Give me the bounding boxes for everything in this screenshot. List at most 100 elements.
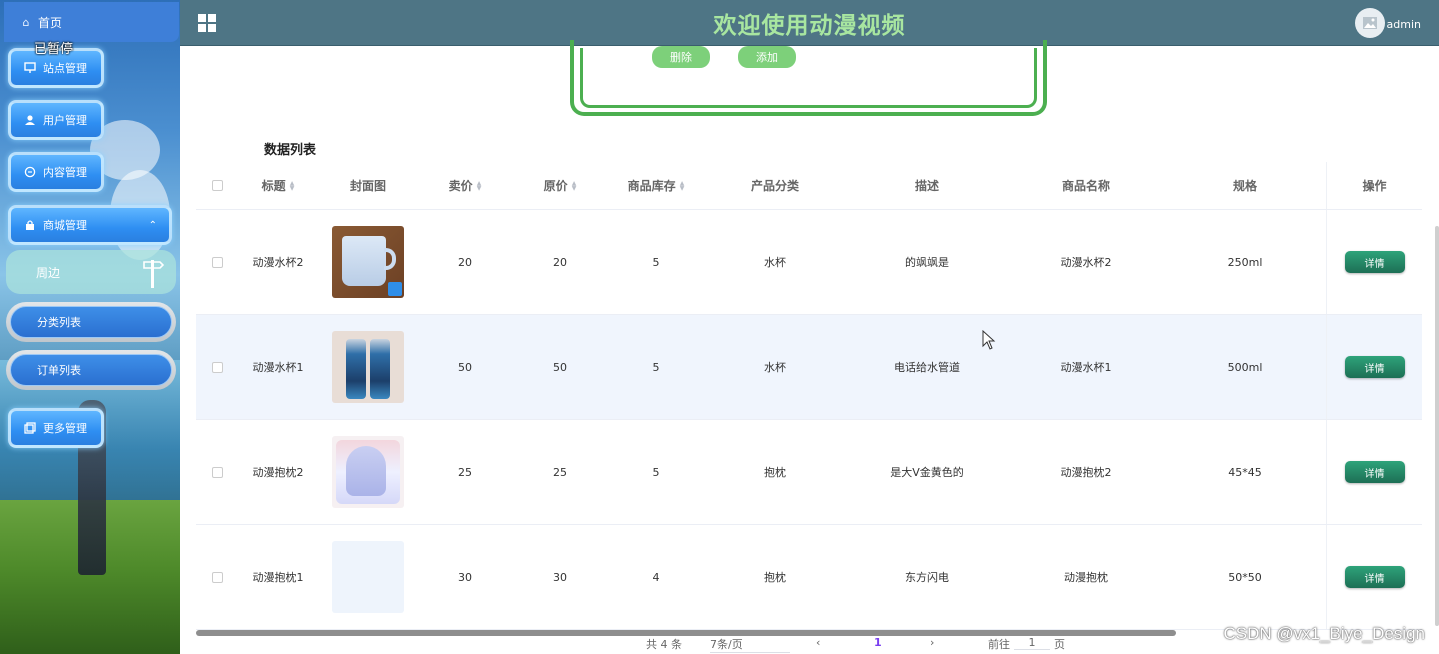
row-checkbox[interactable] <box>196 466 238 478</box>
avatar[interactable] <box>1355 8 1385 38</box>
sidebar-item-label: 商城管理 <box>43 219 87 232</box>
cell-category: 抱枕 <box>764 466 786 479</box>
row-checkbox[interactable] <box>196 256 238 268</box>
detail-button[interactable]: 详情 <box>1344 461 1405 483</box>
mouse-cursor-icon <box>982 330 996 350</box>
column-header-actions: 操作 <box>1326 162 1422 209</box>
home-icon: ⌂ <box>22 15 30 29</box>
cell-product-name: 动漫抱枕2 <box>1060 466 1112 479</box>
signpost-icon <box>143 260 164 288</box>
cell-cover <box>318 226 418 298</box>
vertical-scrollbar[interactable] <box>1435 226 1439 626</box>
sort-icon[interactable]: ▲ ▼ <box>572 180 577 191</box>
cell-description: 电话给水管道 <box>894 361 960 374</box>
sort-icon[interactable]: ▲ ▼ <box>680 180 685 191</box>
page-size-select[interactable]: 7条/页 <box>710 636 790 653</box>
cell-category: 水杯 <box>764 256 786 269</box>
sidebar-subitem-label: 分类列表 <box>37 316 81 329</box>
table-header: 标题 ▲ ▼ 封面图 卖价 ▲ ▼ 原价 ▲ ▼ 商品库存 ▲ ▼ 产品分类 描述 商品名称 规… <box>196 162 1422 210</box>
username[interactable]: admin <box>1387 18 1421 31</box>
table-row: 动漫水杯1 50 50 5 水杯 电话给水管道 动漫水杯1 500ml 详情 <box>196 315 1422 420</box>
pagination: 共 4 条 7条/页 ‹ 1 › 前往 1 页 <box>640 636 1080 654</box>
column-header-price[interactable]: 卖价 ▲ ▼ <box>418 177 512 194</box>
cell-product-name: 动漫水杯1 <box>1060 361 1112 374</box>
sidebar-item-users[interactable]: 用户管理 <box>8 100 104 140</box>
chevron-up-icon: ⌃ <box>148 219 157 231</box>
search-panel-frame <box>570 40 1047 116</box>
column-header-original-price[interactable]: 原价 ▲ ▼ <box>512 177 608 194</box>
sidebar-subitem-order-list[interactable]: 订单列表 <box>6 350 176 390</box>
detail-button[interactable]: 详情 <box>1344 356 1405 378</box>
pagination-total: 共 4 条 <box>646 638 682 651</box>
cell-stock: 5 <box>652 255 660 269</box>
cell-category: 抱枕 <box>764 571 786 584</box>
column-header-product-name: 商品名称 <box>1061 179 1110 193</box>
delete-button[interactable]: 删除 <box>652 46 710 68</box>
chat-icon <box>23 165 37 179</box>
cell-spec: 45*45 <box>1228 465 1262 479</box>
sidebar-subgroup-label: 周边 <box>36 265 61 280</box>
sidebar-item-label: 内容管理 <box>43 166 87 179</box>
detail-button[interactable]: 详情 <box>1344 251 1405 273</box>
user-icon <box>23 113 37 127</box>
sidebar-subitem-category-list[interactable]: 分类列表 <box>6 302 176 342</box>
cell-spec: 500ml <box>1227 360 1263 374</box>
cell-actions: 详情 <box>1326 525 1422 629</box>
cell-title: 动漫抱枕1 <box>252 571 304 584</box>
cell-stock: 5 <box>652 465 660 479</box>
sidebar: ⌂ 首页 站点管理 用户管理 内容管理 商城管理 ⌃ 周边 分类列表 订单列表 <box>0 0 180 654</box>
sidebar-item-shop[interactable]: 商城管理 ⌃ <box>8 205 172 245</box>
paused-overlay-text: 已暂停 <box>34 42 74 57</box>
table-row: 动漫水杯2 20 20 5 水杯 的飒飒是 动漫水杯2 250ml 详情 <box>196 210 1422 315</box>
next-page-button[interactable]: › <box>930 636 934 649</box>
add-button[interactable]: 添加 <box>738 46 796 68</box>
sidebar-item-more[interactable]: 更多管理 <box>8 408 104 448</box>
column-header-title[interactable]: 标题 ▲ ▼ <box>238 177 318 194</box>
table-row: 动漫抱枕1 30 30 4 抱枕 东方闪电 动漫抱枕 50*50 详情 <box>196 525 1422 630</box>
sort-icon[interactable]: ▲ ▼ <box>477 180 482 191</box>
monitor-icon <box>23 61 37 75</box>
sidebar-subitem-label: 订单列表 <box>37 364 81 377</box>
row-checkbox[interactable] <box>196 361 238 373</box>
cover-image-mug[interactable] <box>332 226 404 298</box>
column-header-stock[interactable]: 商品库存 ▲ ▼ <box>608 177 704 194</box>
lock-icon <box>23 218 37 232</box>
cell-description: 的飒飒是 <box>905 256 949 269</box>
cell-product-name: 动漫水杯2 <box>1060 256 1112 269</box>
cell-spec: 50*50 <box>1228 570 1262 584</box>
sidebar-item-label: 更多管理 <box>43 422 87 435</box>
column-header-spec: 规格 <box>1232 179 1257 193</box>
table-row: 动漫抱枕2 25 25 5 抱枕 是大V金黄色的 动漫抱枕2 45*45 详情 <box>196 420 1422 525</box>
sidebar-subgroup-peripheral[interactable]: 周边 <box>6 250 176 294</box>
cell-actions: 详情 <box>1326 315 1422 419</box>
image-icon <box>1363 17 1377 29</box>
goto-label: 前往 <box>988 638 1010 651</box>
cell-category: 水杯 <box>764 361 786 374</box>
cell-price: 25 <box>458 465 472 479</box>
cover-image-placeholder[interactable] <box>332 541 404 613</box>
cover-image-bottle[interactable] <box>332 331 404 403</box>
column-header-category: 产品分类 <box>750 179 799 193</box>
watermark: CSDN @vx1_Biye_Design <box>1223 624 1425 643</box>
cell-price: 50 <box>458 360 472 374</box>
prev-page-button[interactable]: ‹ <box>816 636 820 649</box>
goto-page-input[interactable]: 1 <box>1014 636 1050 650</box>
sort-icon[interactable]: ▲ ▼ <box>290 180 295 191</box>
cell-original-price: 25 <box>553 465 567 479</box>
goto-unit: 页 <box>1054 638 1065 651</box>
cell-stock: 5 <box>652 360 660 374</box>
cell-original-price: 50 <box>553 360 567 374</box>
cell-description: 是大V金黄色的 <box>890 466 964 479</box>
sidebar-item-content[interactable]: 内容管理 <box>8 152 104 192</box>
sidebar-item-home[interactable]: ⌂ 首页 <box>4 2 179 42</box>
select-all-checkbox[interactable] <box>196 180 238 191</box>
cell-title: 动漫水杯2 <box>252 256 304 269</box>
detail-button[interactable]: 详情 <box>1344 566 1405 588</box>
row-checkbox[interactable] <box>196 571 238 583</box>
column-header-description: 描述 <box>914 179 939 193</box>
cell-original-price: 20 <box>553 255 567 269</box>
page-number-current[interactable]: 1 <box>874 636 882 649</box>
cell-title: 动漫抱枕2 <box>252 466 304 479</box>
cover-image-pillow[interactable] <box>332 436 404 508</box>
cell-original-price: 30 <box>553 570 567 584</box>
